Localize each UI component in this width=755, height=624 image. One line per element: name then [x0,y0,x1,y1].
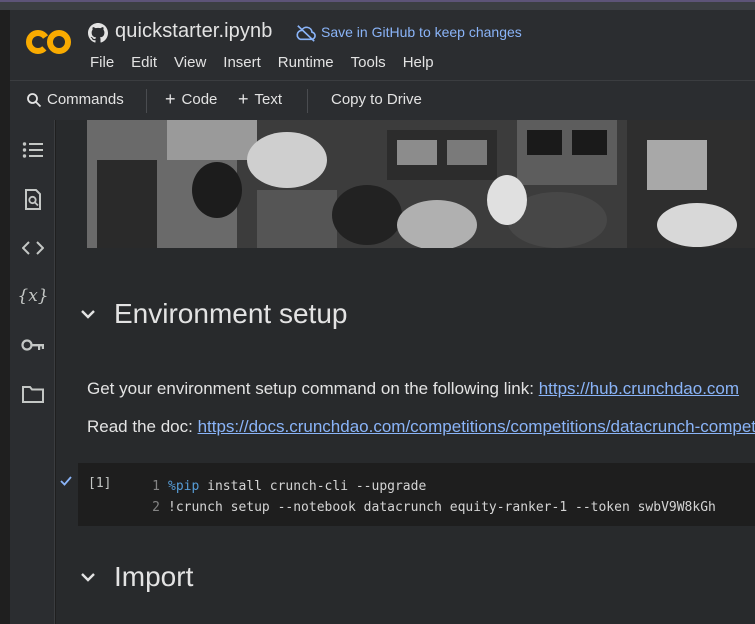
chevron-down-icon[interactable] [78,567,98,587]
plus-icon: + [165,89,176,109]
search-icon [27,92,42,107]
colab-logo[interactable] [26,26,72,58]
menu-file[interactable]: File [90,54,114,71]
notebook-content: Environment setup Get your environment s… [56,120,755,624]
toolbar-divider [307,89,308,113]
section-title: Environment setup [114,298,348,329]
paragraph-text: Read the doc: [87,417,198,436]
window-top-strip [0,0,755,10]
add-text-button[interactable]: + Text [238,89,283,109]
code-magic: %pip [168,479,200,494]
chevron-down-icon[interactable] [78,304,98,324]
line-number: 2 [152,500,160,515]
left-sidebar: {x} [10,120,55,624]
code-line: !crunch setup --notebook datacrunch equi… [168,500,716,515]
files-folder-icon[interactable] [21,382,45,406]
paragraph-text: Get your environment setup command on th… [87,379,539,398]
trading-floor-banner-image [87,120,755,248]
menu-edit[interactable]: Edit [131,54,157,71]
menu-help[interactable]: Help [403,54,434,71]
line-number: 1 [152,479,160,494]
copy-to-drive-button[interactable]: Copy to Drive [331,91,422,108]
crunchdao-docs-link[interactable]: https://docs.crunchdao.com/competitions/… [198,417,755,436]
markdown-paragraph: Get your environment setup command on th… [87,379,739,399]
plus-icon: + [238,89,249,109]
code-cell[interactable]: [1] 1 %pip install crunch-cli --upgrade 2… [78,463,755,526]
add-code-button[interactable]: + Code [165,89,218,109]
window-left-edge [0,10,10,624]
markdown-paragraph: Read the doc: https://docs.crunchdao.com… [87,417,755,437]
table-of-contents-icon[interactable] [21,138,45,162]
menu-view[interactable]: View [174,54,206,71]
notebook-title[interactable]: quickstarter.ipynb [115,20,272,43]
menu-bar: File Edit View Insert Runtime Tools Help [90,54,451,71]
github-icon [88,23,108,43]
section-header-environment-setup[interactable]: Environment setup [78,298,347,330]
save-in-github-link[interactable]: Save in GitHub to keep changes [321,24,522,40]
execution-check-icon [60,476,72,486]
find-icon[interactable] [21,188,45,212]
add-text-label: Text [254,91,283,108]
section-title: Import [114,561,194,592]
copy-to-drive-label: Copy to Drive [331,91,422,108]
menu-tools[interactable]: Tools [351,54,386,71]
commands-button[interactable]: Commands [26,91,124,108]
menu-insert[interactable]: Insert [223,54,261,71]
toolbar-divider [146,89,147,113]
add-code-label: Code [181,91,218,108]
cloud-off-icon [296,25,316,42]
variables-icon[interactable]: {x} [17,284,48,308]
crunchdao-hub-link[interactable]: https://hub.crunchdao.com [539,379,739,398]
section-header-import[interactable]: Import [78,561,193,593]
commands-label: Commands [47,91,124,108]
execution-count[interactable]: [1] [88,476,111,491]
code-line: install crunch-cli --upgrade [199,479,427,494]
secrets-key-icon[interactable] [21,333,45,357]
window-accent-line [0,0,755,2]
menu-runtime[interactable]: Runtime [278,54,334,71]
code-snippets-icon[interactable] [21,236,45,260]
code-editor[interactable]: 1 %pip install crunch-cli --upgrade 2 !cru… [148,476,716,518]
notebook-toolbar: Commands + Code + Text Copy to Drive [10,80,755,120]
app-header: quickstarter.ipynb Save in GitHub to kee… [10,10,755,80]
